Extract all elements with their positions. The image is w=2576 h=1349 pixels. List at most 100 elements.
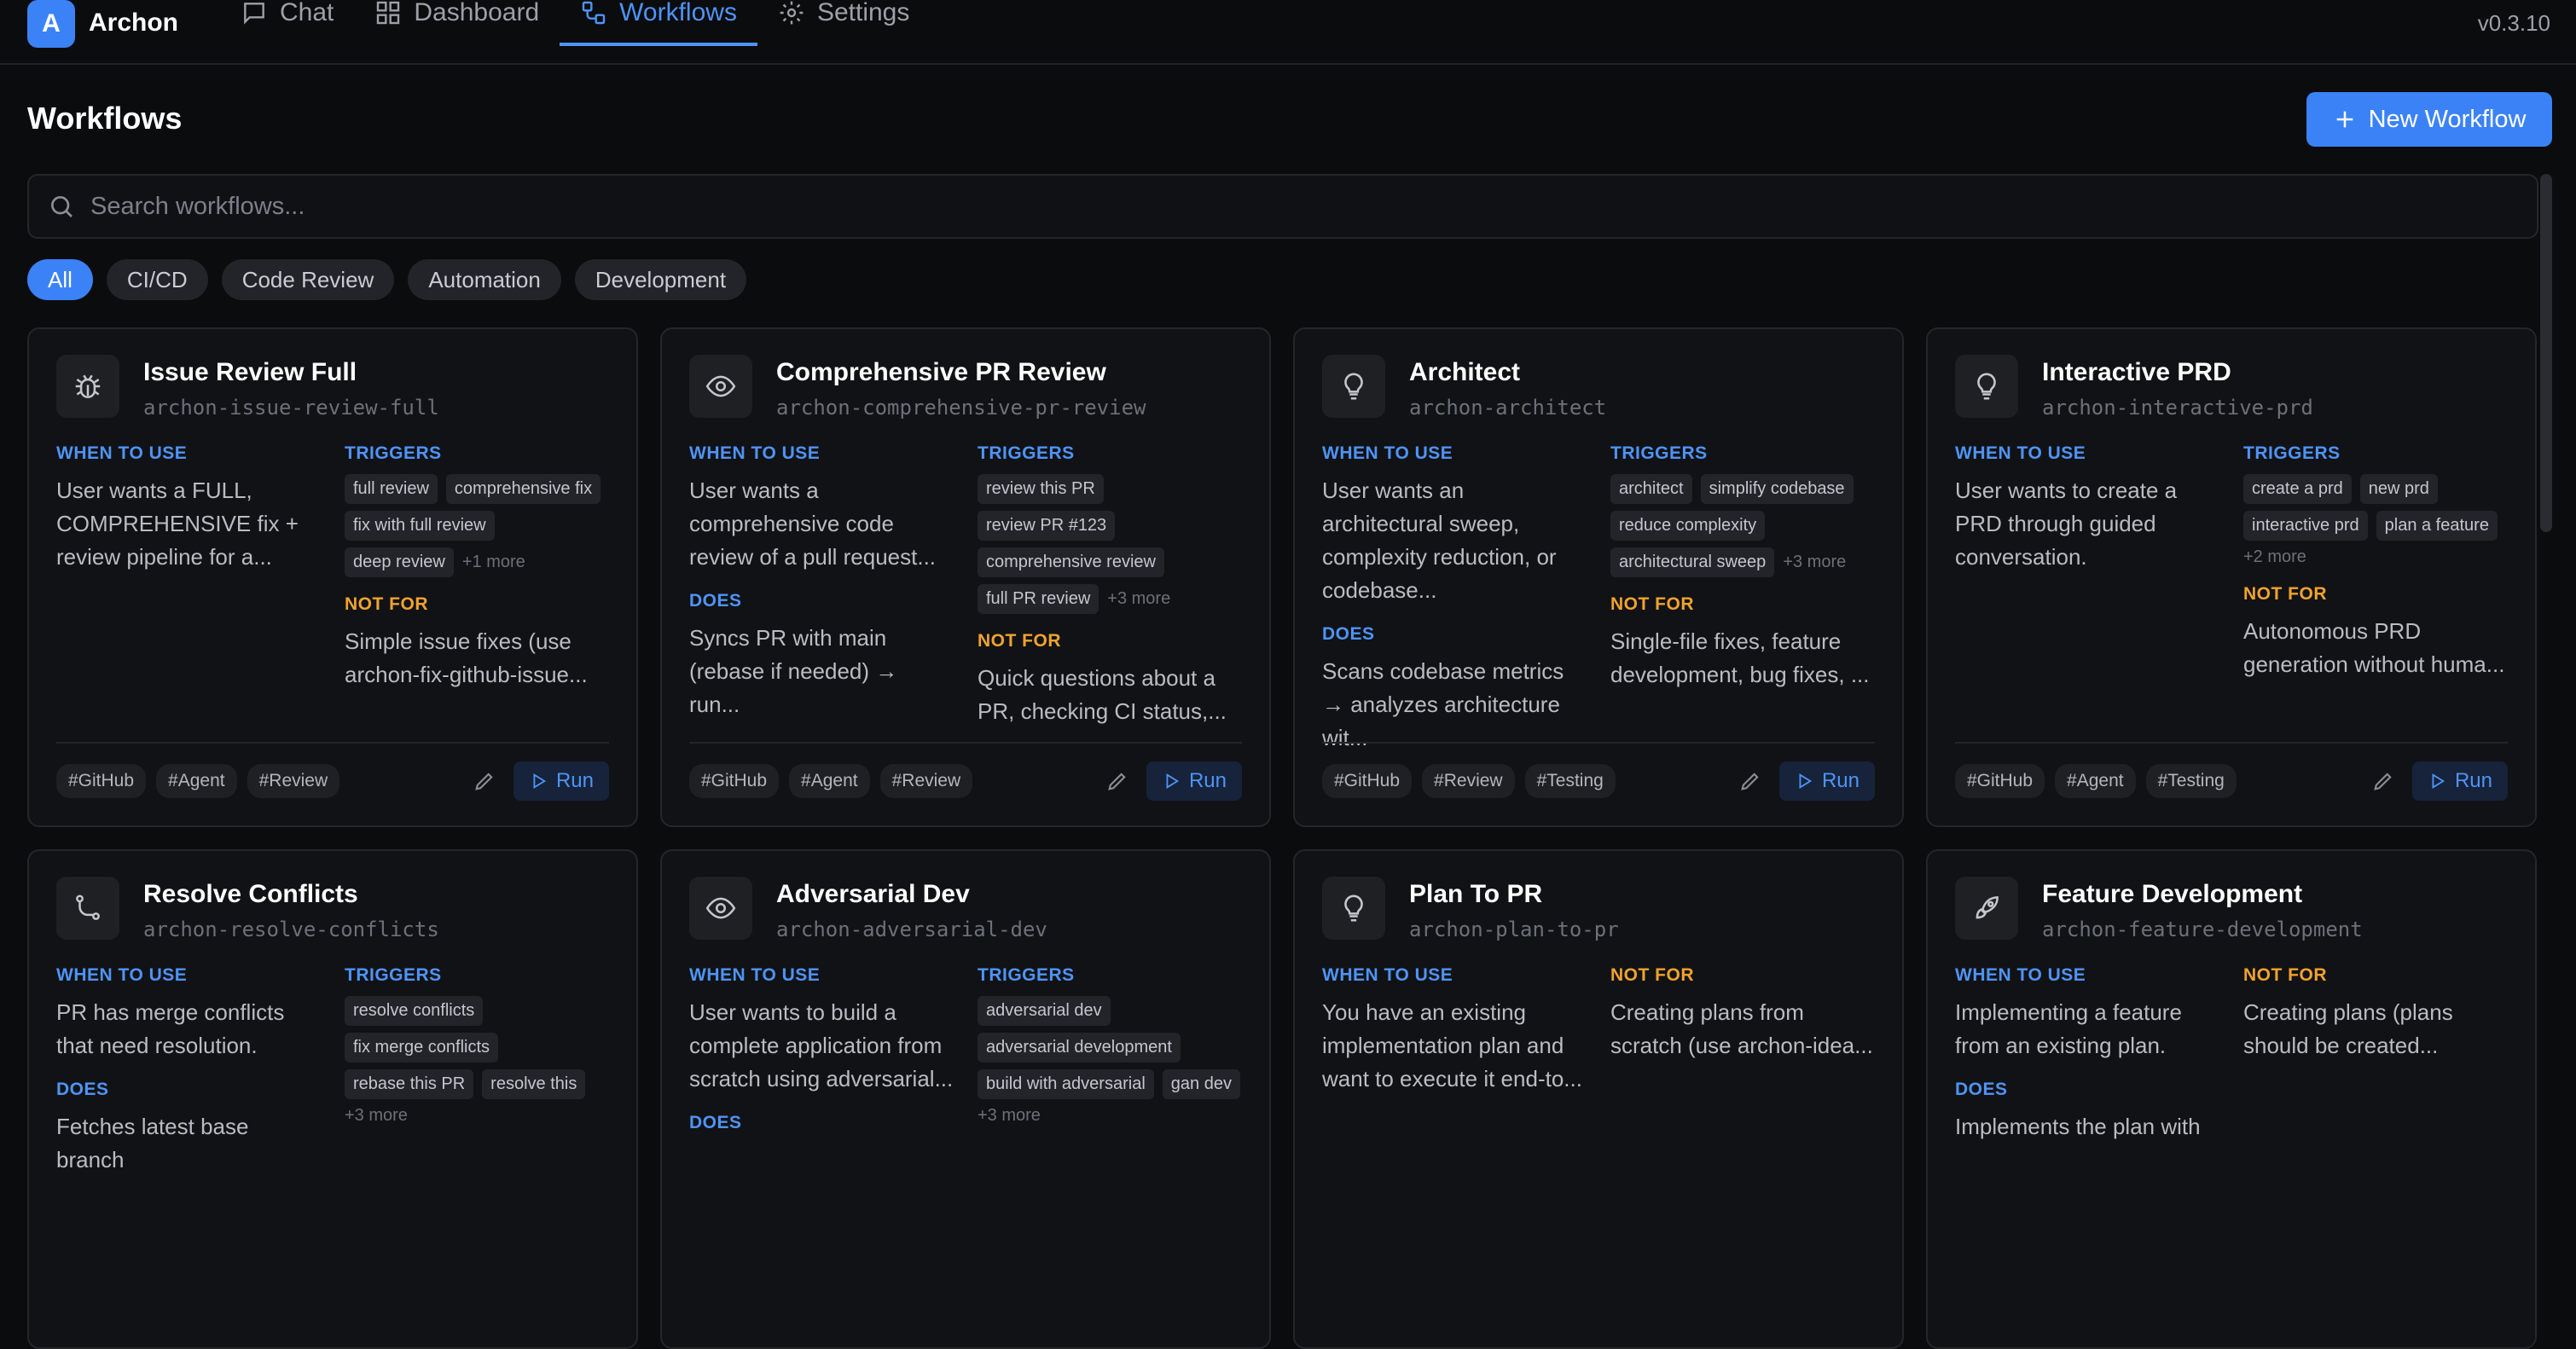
workflow-card[interactable]: Plan To PR archon-plan-to-pr WHEN TO USE…: [1293, 849, 1904, 1349]
not-for-text: Autonomous PRD generation without huma..…: [2243, 618, 2505, 677]
triggers-label: TRIGGERS: [2243, 443, 2341, 463]
card-title: Comprehensive PR Review: [776, 358, 1106, 386]
does-text: Syncs PR with main (rebase if needed) → …: [689, 625, 898, 717]
filter-chips: All CI/CD Code Review Automation Develop…: [27, 259, 747, 300]
new-workflow-label: New Workflow: [2368, 105, 2527, 133]
run-button[interactable]: Run: [2411, 761, 2508, 801]
trigger-tag: comprehensive review: [978, 547, 1164, 577]
trigger-tag: new prd: [2359, 474, 2438, 504]
pencil-icon[interactable]: [2366, 764, 2400, 798]
card-title: Adversarial Dev: [776, 880, 970, 908]
run-button[interactable]: Run: [1146, 761, 1242, 801]
triggers-label: TRIGGERS: [978, 965, 1075, 985]
run-button[interactable]: Run: [513, 761, 609, 801]
trigger-tag: adversarial dev: [978, 996, 1111, 1026]
pencil-icon[interactable]: [467, 764, 502, 798]
triggers-label: TRIGGERS: [1610, 443, 1708, 463]
pencil-icon[interactable]: [1100, 764, 1134, 798]
nav-workflows[interactable]: Workflows: [560, 0, 757, 46]
when-text: Implementing a feature from an existing …: [1955, 999, 2182, 1058]
not-for-text: Creating plans (plans should be created.…: [2243, 999, 2453, 1058]
not-for-text: Simple issue fixes (use archon-fix-githu…: [345, 628, 588, 687]
card-title: Interactive PRD: [2042, 358, 2231, 386]
when-text: User wants an architectural sweep, compl…: [1322, 478, 1557, 603]
trigger-tag: fix merge conflicts: [345, 1033, 499, 1062]
category-tag: #Agent: [2055, 764, 2136, 798]
more-triggers: +3 more: [978, 1106, 1041, 1125]
filter-cicd[interactable]: CI/CD: [106, 259, 208, 300]
workflow-card[interactable]: Interactive PRD archon-interactive-prd W…: [1926, 327, 2537, 827]
when-text: PR has merge conflicts that need resolut…: [56, 999, 285, 1058]
nav-chat[interactable]: Chat: [220, 0, 354, 44]
nav-settings[interactable]: Settings: [757, 0, 930, 44]
lightbulb-icon: [1322, 877, 1385, 940]
nav-settings-label: Settings: [816, 0, 910, 26]
not-for-text: Quick questions about a PR, checking CI …: [978, 665, 1227, 724]
run-label: Run: [1188, 769, 1227, 792]
trigger-tag: review PR #123: [978, 511, 1116, 541]
more-triggers: +2 more: [2243, 547, 2306, 566]
workflow-card[interactable]: Issue Review Full archon-issue-review-fu…: [27, 327, 638, 827]
app-logo[interactable]: A: [27, 0, 75, 48]
lightbulb-icon: [1955, 355, 2018, 418]
nav-dashboard-label: Dashboard: [414, 0, 540, 26]
run-button[interactable]: Run: [1778, 761, 1875, 801]
card-slug: archon-comprehensive-pr-review: [776, 396, 1146, 420]
trigger-tag: deep review: [345, 547, 454, 577]
triggers-label: TRIGGERS: [345, 443, 442, 463]
workflow-icon: [582, 1, 606, 25]
trigger-tag: resolve this: [482, 1069, 586, 1099]
more-triggers: +1 more: [461, 553, 525, 571]
when-text: User wants a comprehensive code review o…: [689, 478, 937, 570]
more-triggers: +3 more: [1783, 553, 1847, 571]
workflow-card[interactable]: Adversarial Dev archon-adversarial-dev W…: [660, 849, 1271, 1349]
when-label: WHEN TO USE: [689, 965, 821, 985]
run-label: Run: [2454, 769, 2492, 792]
category-tag: #GitHub: [1322, 764, 1413, 798]
pencil-icon[interactable]: [1733, 764, 1767, 798]
when-label: WHEN TO USE: [56, 965, 188, 985]
trigger-tag: architect: [1610, 474, 1692, 504]
not-for-text: Creating plans from scratch (use archon-…: [1610, 999, 1873, 1058]
does-text: Scans codebase metrics → analyzes archit…: [1322, 658, 1564, 750]
workflow-grid: Issue Review Full archon-issue-review-fu…: [27, 327, 2538, 1349]
not-for-label: NOT FOR: [2243, 584, 2327, 604]
trigger-tag: resolve conflicts: [345, 996, 484, 1026]
filter-all[interactable]: All: [27, 259, 93, 300]
workflow-card[interactable]: Feature Development archon-feature-devel…: [1926, 849, 2537, 1349]
card-title: Issue Review Full: [143, 358, 357, 386]
eye-icon: [689, 877, 752, 940]
play-icon: [533, 773, 547, 789]
workflow-card[interactable]: Architect archon-architect WHEN TO USE U…: [1293, 327, 1904, 827]
filter-code-review[interactable]: Code Review: [221, 259, 395, 300]
search-input[interactable]: [90, 192, 2479, 221]
trigger-tag: review this PR: [978, 474, 1104, 504]
when-label: WHEN TO USE: [689, 443, 821, 463]
filter-automation[interactable]: Automation: [408, 259, 561, 300]
plus-icon: [2336, 111, 2353, 128]
workflow-card[interactable]: Comprehensive PR Review archon-comprehen…: [660, 327, 1271, 827]
nav-dashboard[interactable]: Dashboard: [354, 0, 560, 44]
search-icon: [51, 196, 73, 217]
git-branch-icon: [56, 877, 119, 940]
does-label: DOES: [56, 1080, 109, 1099]
filter-development[interactable]: Development: [574, 259, 747, 300]
main-nav: Chat Dashboard Workflows Settings: [220, 0, 930, 65]
play-icon: [1799, 773, 1813, 789]
category-tag: #Review: [879, 764, 973, 798]
workflow-card[interactable]: Resolve Conflicts archon-resolve-conflic…: [27, 849, 638, 1349]
category-tag: #GitHub: [56, 764, 147, 798]
does-label: DOES: [689, 591, 742, 611]
new-workflow-button[interactable]: New Workflow: [2306, 92, 2552, 147]
trigger-tag: create a prd: [2243, 474, 2352, 504]
rocket-icon: [1955, 877, 2018, 940]
card-title: Resolve Conflicts: [143, 880, 358, 908]
trigger-tag: gan dev: [1162, 1069, 1240, 1099]
not-for-text: Single-file fixes, feature development, …: [1610, 628, 1870, 687]
run-label: Run: [1821, 769, 1859, 792]
card-slug: archon-adversarial-dev: [776, 918, 1047, 941]
scrollbar[interactable]: [2540, 174, 2552, 532]
trigger-tag: plan a feature: [2376, 511, 2498, 541]
more-triggers: +3 more: [1107, 589, 1171, 608]
page-title: Workflows: [27, 101, 183, 136]
